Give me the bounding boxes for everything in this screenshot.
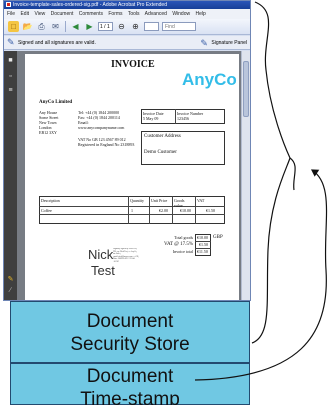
timestamp-arrow bbox=[194, 169, 328, 381]
security-store-brace-lower bbox=[289, 157, 296, 191]
connector-lines bbox=[194, 1, 328, 381]
security-store-brace bbox=[251, 1, 291, 344]
